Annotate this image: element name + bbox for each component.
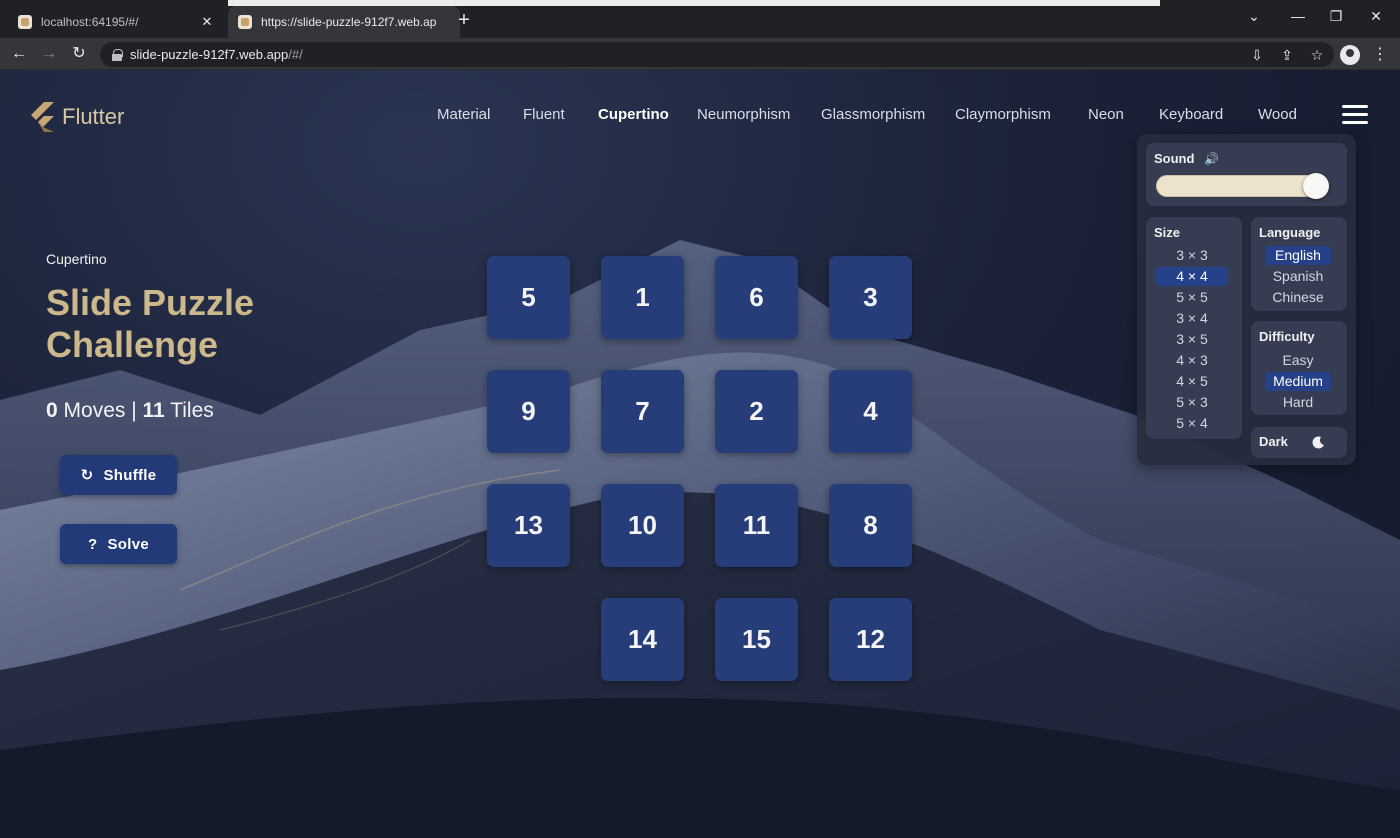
tiles-label: Tiles: [170, 399, 214, 422]
solve-label: Solve: [107, 535, 149, 553]
puzzle-tile[interactable]: 12: [829, 598, 912, 681]
tab-title: localhost:64195/#/: [41, 15, 139, 29]
puzzle-tile[interactable]: 10: [601, 484, 684, 567]
difficulty-card: Difficulty Easy Medium Hard: [1251, 321, 1347, 415]
favicon-icon: [18, 15, 32, 29]
nav-neumorphism[interactable]: Neumorphism: [697, 106, 790, 130]
nav-material[interactable]: Material: [437, 106, 490, 130]
question-icon: ?: [88, 535, 98, 553]
volume-slider-handle[interactable]: [1303, 173, 1329, 199]
flutter-logo[interactable]: Flutter: [28, 102, 124, 132]
nav-fluent[interactable]: Fluent: [523, 106, 565, 130]
flutter-logo-icon: [31, 102, 54, 132]
sound-label: Sound: [1154, 151, 1195, 166]
app-page: Flutter Material Fluent Cupertino Neumor…: [0, 70, 1400, 838]
browser-menu-icon[interactable]: ⋮: [1372, 44, 1388, 64]
size-option-4x3[interactable]: 4 × 3: [1156, 351, 1228, 370]
profile-avatar-icon[interactable]: [1340, 45, 1360, 65]
difficulty-option-hard[interactable]: Hard: [1265, 393, 1331, 412]
puzzle-tile[interactable]: 9: [487, 370, 570, 453]
moves-counter: 0 Moves | 11 Tiles: [46, 399, 214, 423]
nav-cupertino[interactable]: Cupertino: [598, 106, 669, 130]
puzzle-tile[interactable]: 7: [601, 370, 684, 453]
favicon-icon: [238, 15, 252, 29]
forward-arrow-icon[interactable]: →: [38, 43, 60, 65]
difficulty-option-medium[interactable]: Medium: [1265, 372, 1331, 391]
size-heading: Size: [1154, 225, 1181, 240]
size-option-5x4[interactable]: 5 × 4: [1156, 414, 1228, 433]
nav-claymorphism[interactable]: Claymorphism: [955, 106, 1051, 130]
url-path: /#/: [288, 47, 303, 62]
page-title: Slide Puzzle Challenge: [46, 282, 255, 365]
puzzle-tile[interactable]: 14: [601, 598, 684, 681]
address-bar[interactable]: slide-puzzle-912f7.web.app/#/ ⇩ ⇪ ☆: [100, 42, 1334, 67]
puzzle-tile[interactable]: 6: [715, 256, 798, 339]
sound-heading: Sound 🔊: [1154, 151, 1219, 166]
moves-label: Moves |: [63, 399, 137, 422]
browser-tab-slide-puzzle[interactable]: https://slide-puzzle-912f7.web.ap: [228, 6, 460, 38]
close-tab-icon[interactable]: ✕: [200, 14, 214, 30]
browser-tab-localhost[interactable]: localhost:64195/#/ ✕: [8, 6, 224, 38]
puzzle-tile[interactable]: 13: [487, 484, 570, 567]
size-option-4x5[interactable]: 4 × 5: [1156, 372, 1228, 391]
size-option-3x5[interactable]: 3 × 5: [1156, 330, 1228, 349]
tab-search-icon[interactable]: ⌄: [1244, 8, 1264, 25]
menu-hamburger-icon[interactable]: [1342, 105, 1368, 125]
language-option-spanish[interactable]: Spanish: [1265, 267, 1331, 286]
nav-glassmorphism[interactable]: Glassmorphism: [821, 106, 925, 130]
sound-card: Sound 🔊: [1146, 143, 1347, 206]
tab-title: https://slide-puzzle-912f7.web.ap: [261, 15, 437, 29]
refresh-icon: ↻: [80, 467, 94, 484]
dark-mode-toggle[interactable]: Dark: [1251, 427, 1347, 458]
size-option-3x3[interactable]: 3 × 3: [1156, 246, 1228, 265]
settings-panel: Sound 🔊 Size 3 × 3 4 × 4 5 × 5 3 × 4 3 ×…: [1137, 134, 1356, 465]
language-option-english[interactable]: English: [1265, 246, 1331, 265]
lock-icon: [112, 48, 123, 61]
puzzle-tile[interactable]: 2: [715, 370, 798, 453]
new-tab-button[interactable]: +: [454, 10, 474, 30]
size-card: Size 3 × 3 4 × 4 5 × 5 3 × 4 3 × 5 4 × 3…: [1146, 217, 1242, 439]
size-option-4x4[interactable]: 4 × 4: [1156, 267, 1228, 286]
puzzle-tile[interactable]: 11: [715, 484, 798, 567]
tiles-count: 11: [142, 399, 165, 422]
puzzle-tile[interactable]: 1: [601, 256, 684, 339]
bookmark-star-icon[interactable]: ☆: [1308, 46, 1326, 64]
difficulty-option-easy[interactable]: Easy: [1265, 351, 1331, 370]
shuffle-button[interactable]: ↻ Shuffle: [60, 455, 177, 495]
size-option-5x5[interactable]: 5 × 5: [1156, 288, 1228, 307]
puzzle-tile[interactable]: 8: [829, 484, 912, 567]
solve-button[interactable]: ? Solve: [60, 524, 177, 564]
nav-wood[interactable]: Wood: [1258, 106, 1297, 130]
speaker-icon: 🔊: [1204, 152, 1220, 166]
moon-icon: [1312, 436, 1324, 449]
back-arrow-icon[interactable]: ←: [8, 43, 30, 65]
close-window-icon[interactable]: ✕: [1366, 8, 1386, 25]
restore-icon[interactable]: ❐: [1326, 8, 1346, 25]
nav-neon[interactable]: Neon: [1088, 106, 1124, 130]
size-option-5x3[interactable]: 5 × 3: [1156, 393, 1228, 412]
url-host: slide-puzzle-912f7.web.app: [130, 47, 289, 62]
language-option-chinese[interactable]: Chinese: [1265, 288, 1331, 307]
size-option-3x4[interactable]: 3 × 4: [1156, 309, 1228, 328]
browser-tab-strip: localhost:64195/#/ ✕ https://slide-puzzl…: [0, 0, 1400, 38]
puzzle-tile[interactable]: 3: [829, 256, 912, 339]
install-app-icon[interactable]: ⇩: [1248, 46, 1266, 64]
language-heading: Language: [1259, 225, 1321, 240]
logo-text: Flutter: [62, 104, 125, 129]
difficulty-heading: Difficulty: [1259, 329, 1315, 344]
moves-count: 0: [46, 399, 58, 422]
puzzle-tile[interactable]: 5: [487, 256, 570, 339]
shuffle-label: Shuffle: [103, 466, 157, 484]
nav-keyboard[interactable]: Keyboard: [1159, 106, 1223, 130]
share-icon[interactable]: ⇪: [1278, 46, 1296, 64]
puzzle-tile[interactable]: 4: [829, 370, 912, 453]
address-toolbar: ← → ↻ slide-puzzle-912f7.web.app/#/ ⇩ ⇪ …: [0, 38, 1400, 70]
reload-icon[interactable]: ↻: [68, 43, 90, 65]
puzzle-tile[interactable]: 15: [715, 598, 798, 681]
theme-subtitle: Cupertino: [46, 251, 107, 267]
language-card: Language English Spanish Chinese: [1251, 217, 1347, 311]
minimize-icon[interactable]: —: [1288, 8, 1308, 24]
dark-label: Dark: [1259, 434, 1288, 449]
volume-slider[interactable]: [1156, 175, 1324, 197]
